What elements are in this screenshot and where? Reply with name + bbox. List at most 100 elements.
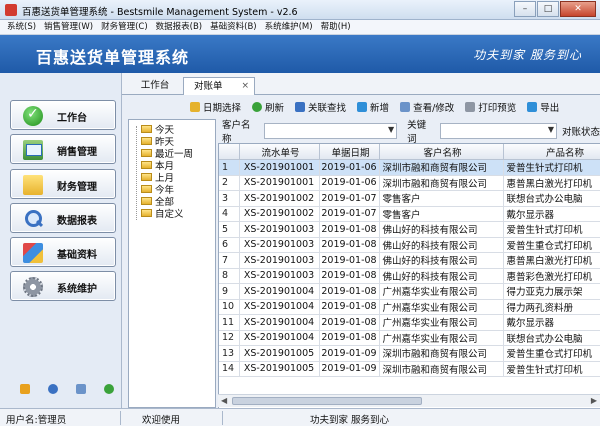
table-row[interactable]: 4 XS-201901002 2019-01-07 零售客户 戴尔显示器 — [219, 206, 600, 222]
tool-label: 新增 — [370, 103, 390, 114]
view-edit-button[interactable]: 查看/修改 — [400, 100, 454, 114]
menu-finance[interactable]: 财务管理(C) — [97, 20, 152, 34]
table-cell: 深圳市融和商贸有限公司 — [379, 175, 504, 191]
related-search-button[interactable]: 关联查找 — [295, 100, 346, 114]
table-row[interactable]: 9 XS-201901004 2019-01-08 广州嘉华实业有限公司 得力亚克力展示… — [219, 283, 600, 300]
status-welcome: 欢迎使用 — [142, 415, 181, 426]
sidebar: 工作台 销售管理 财务管理 数据报表 基础资料 系统维护 — [0, 73, 122, 408]
table-cell: 佛山好的科技有限公司 — [379, 237, 504, 253]
column-header[interactable]: 流水单号 — [239, 144, 320, 160]
table-cell: 深圳市融和商贸有限公司 — [379, 361, 504, 377]
table-cell: XS-201901005 — [239, 345, 320, 362]
table-row[interactable]: 5 XS-201901003 2019-01-08 佛山好的科技有限公司 爱普生针式打印… — [219, 221, 600, 238]
table-cell: 2 — [219, 175, 240, 191]
refresh-icon — [252, 102, 263, 112]
date-select-button[interactable]: 日期选择 — [190, 100, 241, 114]
sidebar-item-maintenance[interactable]: 系统维护 — [10, 271, 116, 301]
window-title: 百惠送货单管理系统 - Bestsmile Management System … — [22, 7, 298, 18]
tool-label: 刷新 — [265, 103, 285, 114]
sales-icon — [23, 140, 43, 160]
scroll-left-icon[interactable]: ◀ — [221, 396, 227, 405]
sidebar-item-finance[interactable]: 财务管理 — [10, 169, 116, 199]
menu-maintenance[interactable]: 系统维护(M) — [261, 20, 317, 34]
column-header[interactable]: 产品名称 — [503, 144, 600, 160]
table-row[interactable]: 3 XS-201901002 2019-01-07 零售客户 联想台式办公电脑 — [219, 190, 600, 207]
table-cell: 得力两孔资料册 — [503, 299, 600, 315]
table-cell: 12 — [219, 330, 240, 346]
add-button[interactable]: 新增 — [357, 100, 389, 114]
folder-icon — [141, 197, 152, 205]
sidebar-item-base-data[interactable]: 基础资料 — [10, 237, 116, 267]
table-cell: 2019-01-08 — [319, 299, 380, 315]
tab-workbench[interactable]: 工作台 — [130, 77, 180, 95]
menu-base-data[interactable]: 基础资料(B) — [206, 20, 260, 34]
customer-select[interactable]: ▼ — [263, 123, 398, 139]
folder-icon — [141, 173, 152, 181]
close-button[interactable]: ✕ — [560, 1, 596, 17]
window-titlebar: 百惠送货单管理系统 - Bestsmile Management System … — [0, 0, 600, 20]
menu-system[interactable]: 系统(S) — [3, 20, 40, 34]
tree-connector — [136, 126, 137, 220]
lock-icon[interactable] — [20, 384, 30, 394]
table-row[interactable]: 11 XS-201901004 2019-01-08 广州嘉华实业有限公司 戴尔显示器 — [219, 314, 600, 331]
status-slogan: 功夫到家 服务到心 — [310, 415, 390, 426]
scroll-right-icon[interactable]: ▶ — [591, 396, 597, 405]
close-icon[interactable]: × — [241, 78, 249, 95]
menu-reports[interactable]: 数据报表(B) — [152, 20, 206, 34]
table-row[interactable]: 2 XS-201901001 2019-01-06 深圳市融和商贸有限公司 惠普黑白激光… — [219, 175, 600, 191]
minimize-button[interactable]: – — [514, 1, 536, 17]
table-cell: 2019-01-08 — [319, 237, 380, 253]
keyword-select[interactable]: ▼ — [439, 123, 557, 139]
table-row[interactable]: 10 XS-201901004 2019-01-08 广州嘉华实业有限公司 得力两孔资料… — [219, 299, 600, 315]
sidebar-item-workbench[interactable]: 工作台 — [10, 100, 116, 130]
menu-sales[interactable]: 销售管理(W) — [40, 20, 97, 34]
export-button[interactable]: 导出 — [527, 100, 559, 114]
table-row[interactable]: 12 XS-201901004 2019-01-08 广州嘉华实业有限公司 联想台式办公… — [219, 330, 600, 346]
table-cell: XS-201901001 — [239, 175, 320, 191]
table-cell: XS-201901003 — [239, 252, 320, 269]
table-row[interactable]: 1 XS-201901001 2019-01-06 深圳市融和商贸有限公司 爱普生针式打… — [219, 159, 600, 176]
table-cell: 广州嘉华实业有限公司 — [379, 283, 504, 300]
column-header[interactable] — [219, 144, 240, 160]
table-cell: 惠普黑白激光打印机 — [503, 252, 600, 269]
print-preview-button[interactable]: 打印预览 — [465, 100, 516, 114]
refresh-button[interactable]: 刷新 — [252, 100, 284, 114]
table-cell: 2019-01-08 — [319, 252, 380, 269]
app-icon — [5, 4, 17, 16]
column-header[interactable]: 客户名称 — [379, 144, 504, 160]
table-cell: 2019-01-09 — [319, 361, 380, 377]
maximize-button[interactable]: □ — [537, 1, 559, 17]
menu-help[interactable]: 帮助(H) — [317, 20, 355, 34]
keyword-label: 关键词 — [407, 120, 427, 145]
table-cell: 2019-01-08 — [319, 283, 380, 300]
horizontal-scrollbar[interactable]: ◀ ▶ — [218, 394, 600, 407]
table-cell: 广州嘉华实业有限公司 — [379, 330, 504, 346]
folder-icon — [141, 125, 152, 133]
sidebar-item-label: 财务管理 — [57, 182, 97, 193]
sidebar-item-label: 数据报表 — [57, 216, 97, 227]
column-header[interactable]: 单据日期 — [319, 144, 380, 160]
scrollbar-thumb[interactable] — [232, 397, 422, 405]
table-row[interactable]: 14 XS-201901005 2019-01-09 深圳市融和商贸有限公司 爱普生针式… — [219, 361, 600, 377]
statement-table: 流水单号 单据日期 客户名称 产品名称 1 XS-201901001 2019-01… — [219, 144, 600, 377]
tree-item-custom[interactable]: 自定义 — [141, 206, 184, 220]
table-row[interactable]: 6 XS-201901003 2019-01-08 佛山好的科技有限公司 爱普生重仓式打… — [219, 237, 600, 253]
table-cell: 2019-01-08 — [319, 330, 380, 346]
table-cell: 8 — [219, 268, 240, 284]
sidebar-item-sales[interactable]: 销售管理 — [10, 134, 116, 164]
refresh-icon[interactable] — [104, 384, 114, 394]
table-row[interactable]: 7 XS-201901003 2019-01-08 佛山好的科技有限公司 惠普黑白激光打… — [219, 252, 600, 269]
table-cell: XS-201901003 — [239, 237, 320, 253]
table-cell: 戴尔显示器 — [503, 314, 600, 331]
toolbar: 日期选择 刷新 关联查找 新增 查看/修改 打印预览 导出 — [190, 96, 600, 118]
plus-icon — [357, 102, 368, 112]
table-cell: 惠普黑白激光打印机 — [503, 175, 600, 191]
clock-icon[interactable] — [48, 384, 58, 394]
status-bar: 用户名:管理员 欢迎使用 功夫到家 服务到心 — [0, 408, 600, 426]
calculator-icon[interactable] — [76, 384, 86, 394]
sidebar-item-reports[interactable]: 数据报表 — [10, 203, 116, 233]
tab-statement[interactable]: 对账单 × — [183, 77, 255, 95]
table-row[interactable]: 13 XS-201901005 2019-01-09 深圳市融和商贸有限公司 爱普生重仓… — [219, 345, 600, 362]
table-row[interactable]: 8 XS-201901003 2019-01-08 佛山好的科技有限公司 惠普彩色激光打… — [219, 268, 600, 284]
table-cell: 戴尔显示器 — [503, 206, 600, 222]
